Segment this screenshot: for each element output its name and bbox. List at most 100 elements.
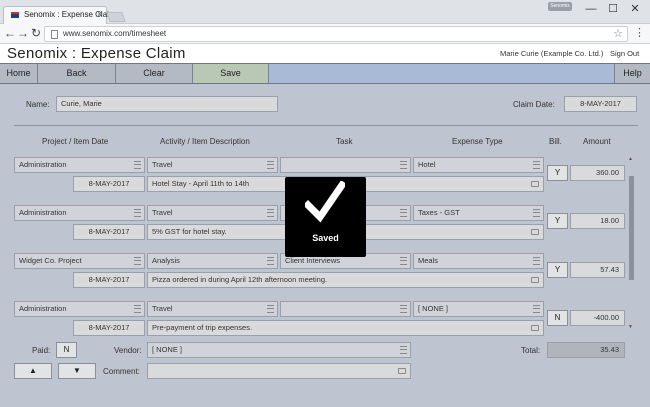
- col-billable-header: Bill.: [549, 137, 562, 146]
- current-user: Marie Curie (Example Co. Ltd.): [500, 49, 604, 58]
- scroll-up-icon[interactable]: ▲: [628, 156, 633, 162]
- billable-toggle[interactable]: Y: [547, 165, 568, 181]
- comment-icon: [398, 368, 406, 374]
- total-label: Total:: [521, 346, 541, 355]
- project-select[interactable]: Widget Co. Project: [14, 253, 145, 269]
- description-value: Hotel Stay - April 11th to 14th: [152, 179, 249, 188]
- expense-type-value: Meals: [418, 256, 439, 265]
- back-arrow-icon[interactable]: ←: [3, 26, 17, 41]
- project-select[interactable]: Administration: [14, 301, 145, 317]
- project-value: Widget Co. Project: [19, 256, 82, 265]
- activity-select[interactable]: Travel: [147, 301, 278, 317]
- comment-icon: [531, 277, 539, 283]
- comment-icon: [531, 229, 539, 235]
- activity-select[interactable]: Travel: [147, 205, 278, 221]
- item-description-field[interactable]: Pizza ordered in during April 12th after…: [147, 272, 544, 288]
- back-button[interactable]: Back: [38, 64, 116, 83]
- paid-toggle[interactable]: N: [56, 342, 77, 358]
- project-select[interactable]: Administration: [14, 157, 145, 173]
- billable-toggle[interactable]: Y: [547, 262, 568, 278]
- paid-label: Paid:: [32, 346, 51, 355]
- list-icon: [134, 257, 141, 265]
- col-activity-header: Activity / Item Description: [160, 137, 250, 146]
- item-date-field[interactable]: 8-MAY-2017: [73, 224, 145, 240]
- page-info-icon[interactable]: [51, 30, 58, 39]
- home-button[interactable]: Home: [0, 64, 38, 83]
- browser-menu-icon[interactable]: ⋮: [634, 26, 645, 39]
- list-icon: [533, 305, 540, 313]
- vendor-label: Vendor:: [114, 346, 142, 355]
- comment-field[interactable]: [147, 363, 411, 379]
- browser-tab-bar: Senomix : Expense Claim × Senomix — ☐ ✕: [0, 0, 650, 24]
- new-tab-button[interactable]: [106, 12, 126, 22]
- total-field: 35.43: [547, 342, 625, 358]
- entries-scrollbar[interactable]: ▲ ▼: [628, 156, 635, 330]
- expense-type-select[interactable]: Taxes - GST: [413, 205, 544, 221]
- activity-value: Analysis: [152, 256, 180, 265]
- project-value: Administration: [19, 304, 67, 313]
- url-input[interactable]: www.senomix.com/timesheet ☆: [44, 26, 628, 42]
- help-button[interactable]: Help: [614, 64, 650, 83]
- move-down-button[interactable]: ▼: [58, 363, 96, 379]
- amount-field[interactable]: 18.00: [570, 213, 625, 229]
- activity-select[interactable]: Travel: [147, 157, 278, 173]
- saved-toast: Saved: [285, 177, 366, 257]
- move-up-button[interactable]: ▲: [14, 363, 52, 379]
- amount-field[interactable]: -400.00: [570, 310, 625, 326]
- section-divider: [14, 125, 638, 126]
- item-date-field[interactable]: 8-MAY-2017: [73, 272, 145, 288]
- scroll-thumb[interactable]: [629, 176, 634, 280]
- name-field[interactable]: Curie, Marie: [56, 96, 278, 112]
- col-expense-type-header: Expense Type: [452, 137, 503, 146]
- project-value: Administration: [19, 160, 67, 169]
- window-close-button[interactable]: ✕: [620, 1, 650, 17]
- list-icon: [400, 257, 407, 265]
- item-date-field[interactable]: 8-MAY-2017: [73, 320, 145, 336]
- activity-value: Travel: [152, 304, 173, 313]
- browser-tab[interactable]: Senomix : Expense Claim ×: [3, 6, 116, 24]
- checkmark-icon: [305, 181, 345, 223]
- claim-date-label: Claim Date:: [513, 100, 555, 109]
- browser-profile-badge[interactable]: Senomix: [548, 2, 572, 11]
- project-select[interactable]: Administration: [14, 205, 145, 221]
- expense-type-select[interactable]: Hotel: [413, 157, 544, 173]
- vendor-select[interactable]: [ NONE ]: [147, 342, 411, 358]
- browser-address-bar: ← → ↻ www.senomix.com/timesheet ☆ ⋮: [0, 24, 650, 44]
- amount-field[interactable]: 57.43: [570, 262, 625, 278]
- claim-date-field[interactable]: 8-MAY-2017: [564, 96, 637, 112]
- expense-type-select[interactable]: [ NONE ]: [413, 301, 544, 317]
- list-icon: [533, 161, 540, 169]
- page-title: Senomix : Expense Claim: [7, 45, 186, 62]
- list-icon: [400, 346, 407, 354]
- list-icon: [533, 209, 540, 217]
- reload-icon[interactable]: ↻: [29, 26, 43, 41]
- task-select[interactable]: [280, 301, 411, 317]
- save-button[interactable]: Save: [193, 64, 269, 83]
- senomix-favicon-icon: [11, 12, 19, 18]
- list-icon: [400, 305, 407, 313]
- item-date-field[interactable]: 8-MAY-2017: [73, 176, 145, 192]
- scroll-down-icon[interactable]: ▼: [628, 324, 633, 330]
- forward-arrow-icon[interactable]: →: [16, 26, 30, 41]
- expense-type-value: Hotel: [418, 160, 436, 169]
- list-icon: [400, 161, 407, 169]
- sign-out-link[interactable]: Sign Out: [610, 49, 639, 58]
- billable-toggle[interactable]: Y: [547, 213, 568, 229]
- toast-message: Saved: [312, 233, 339, 243]
- list-icon: [267, 209, 274, 217]
- tab-close-icon[interactable]: ×: [97, 9, 102, 19]
- task-select[interactable]: [280, 157, 411, 173]
- list-icon: [400, 209, 407, 217]
- description-value: 5% GST for hotel stay.: [152, 227, 227, 236]
- clear-button[interactable]: Clear: [116, 64, 193, 83]
- activity-select[interactable]: Analysis: [147, 253, 278, 269]
- vendor-value: [ NONE ]: [152, 345, 183, 354]
- item-description-field[interactable]: Pre-payment of trip expenses.: [147, 320, 544, 336]
- comment-icon: [531, 181, 539, 187]
- billable-toggle[interactable]: N: [547, 310, 568, 326]
- task-value: Client Interviews: [285, 256, 341, 265]
- bookmark-star-icon[interactable]: ☆: [613, 27, 623, 40]
- amount-field[interactable]: 360.00: [570, 165, 625, 181]
- list-icon: [134, 209, 141, 217]
- expense-type-select[interactable]: Meals: [413, 253, 544, 269]
